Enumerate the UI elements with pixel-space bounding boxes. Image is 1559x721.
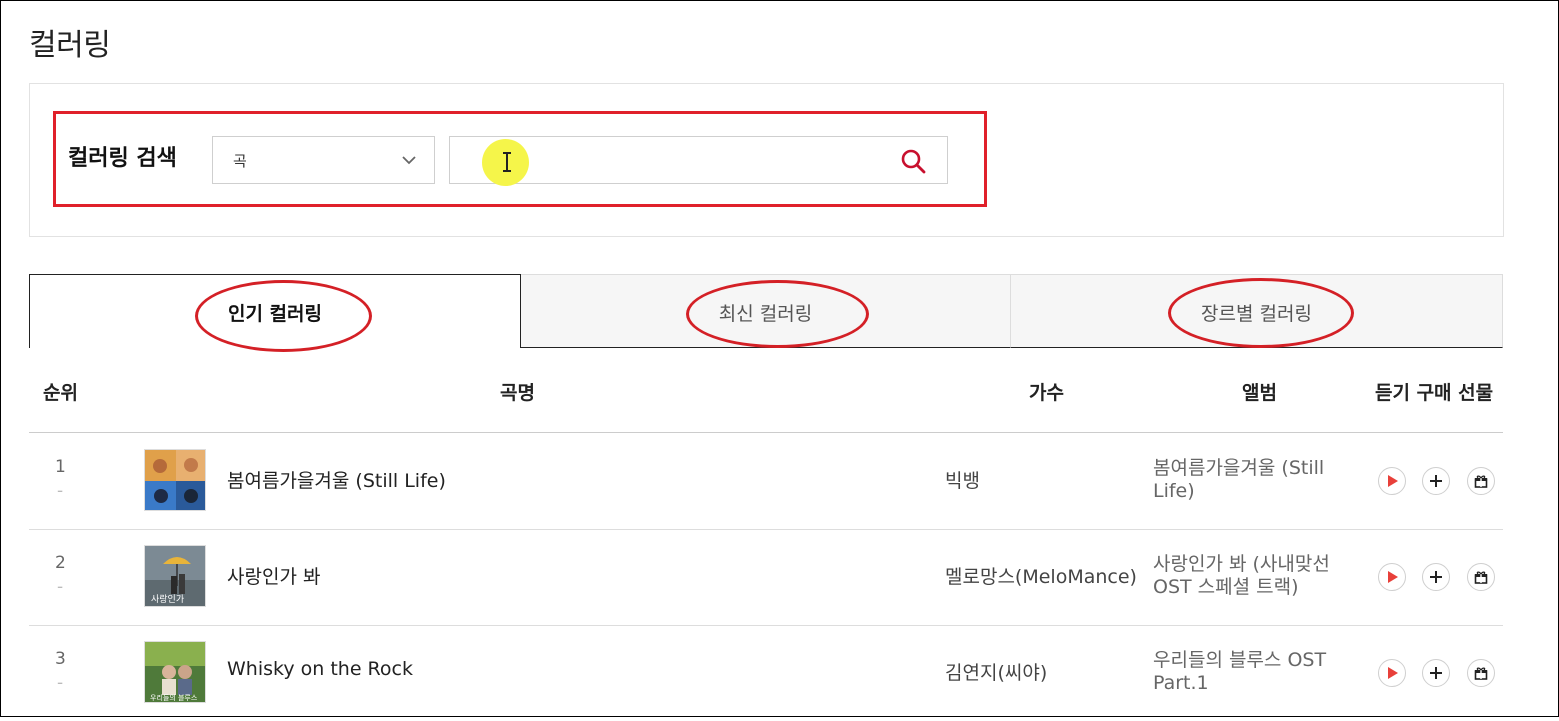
- search-type-value: 곡: [233, 152, 247, 170]
- play-button[interactable]: [1378, 563, 1406, 591]
- gift-icon: [1474, 571, 1488, 584]
- header-rank: 순위: [43, 382, 78, 404]
- add-button[interactable]: [1422, 659, 1450, 687]
- chevron-down-icon: [402, 156, 416, 165]
- gift-button[interactable]: [1467, 563, 1495, 591]
- rank-change: -: [57, 577, 64, 597]
- artist-name[interactable]: 멜로망스(MeloMance): [945, 562, 1137, 589]
- annotation-ellipse-recent: [686, 280, 869, 348]
- plus-icon: [1430, 667, 1442, 679]
- rank-change: -: [57, 481, 64, 501]
- album-name[interactable]: 사랑인가 봐 (사내맞선 OST 스페셜 트랙): [1153, 553, 1363, 599]
- song-title[interactable]: Whisky on the Rock: [227, 658, 413, 680]
- song-title[interactable]: 봄여름가을겨울 (Still Life): [227, 466, 446, 493]
- album-art-thumbnail[interactable]: 우리들의 블루스: [144, 641, 206, 703]
- album-art-thumbnail[interactable]: [144, 449, 206, 511]
- album-name[interactable]: 봄여름가을겨울 (Still Life): [1153, 457, 1363, 503]
- search-type-select[interactable]: 곡: [212, 136, 435, 184]
- rank-number: 1: [55, 457, 66, 477]
- rank-number: 2: [55, 553, 66, 573]
- search-label: 컬러링 검색: [68, 146, 177, 171]
- add-button[interactable]: [1422, 467, 1450, 495]
- add-button[interactable]: [1422, 563, 1450, 591]
- table-row: 1 - 봄여름가을겨울 (Still Life) 빅뱅 봄여름가을겨울 (Sti…: [29, 433, 1503, 530]
- table-header: 순위 곡명 가수 앨범 듣기 구매 선물: [29, 348, 1503, 433]
- rank-change: -: [57, 673, 64, 693]
- page-title: 컬러링: [29, 28, 111, 63]
- album-art-thumbnail[interactable]: 사랑인가: [144, 545, 206, 607]
- song-title[interactable]: 사랑인가 봐: [227, 562, 320, 589]
- text-cursor-icon: [503, 152, 511, 172]
- play-icon: [1388, 667, 1398, 679]
- search-icon[interactable]: [899, 147, 927, 175]
- header-actions: 듣기 구매 선물: [1375, 382, 1494, 404]
- artist-name[interactable]: 김연지(씨야): [945, 658, 1047, 685]
- gift-icon: [1474, 475, 1488, 488]
- gift-button[interactable]: [1467, 467, 1495, 495]
- header-album: 앨범: [1242, 382, 1277, 404]
- svg-text:사랑인가: 사랑인가: [151, 593, 184, 605]
- play-button[interactable]: [1378, 467, 1406, 495]
- table-row: 2 - 사랑인가 사랑인가 봐 멜로망스(MeloMance) 사랑인가 봐 (…: [29, 529, 1503, 626]
- table-row: 3 - 우리들의 블루스 Whisky on the Rock 김연지(씨야) …: [29, 625, 1503, 721]
- play-button[interactable]: [1378, 659, 1406, 687]
- annotation-ellipse-genre: [1168, 278, 1354, 348]
- artist-name[interactable]: 빅뱅: [945, 466, 980, 493]
- header-song: 곡명: [500, 382, 535, 404]
- plus-icon: [1430, 571, 1442, 583]
- gift-button[interactable]: [1467, 659, 1495, 687]
- gift-icon: [1474, 667, 1488, 680]
- annotation-ellipse-popular: [195, 280, 372, 352]
- header-artist: 가수: [1029, 382, 1064, 404]
- play-icon: [1388, 571, 1398, 583]
- album-name[interactable]: 우리들의 블루스 OST Part.1: [1153, 649, 1363, 695]
- svg-text:우리들의 블루스: 우리들의 블루스: [150, 693, 198, 702]
- play-icon: [1388, 475, 1398, 487]
- plus-icon: [1430, 475, 1442, 487]
- rank-number: 3: [55, 649, 66, 669]
